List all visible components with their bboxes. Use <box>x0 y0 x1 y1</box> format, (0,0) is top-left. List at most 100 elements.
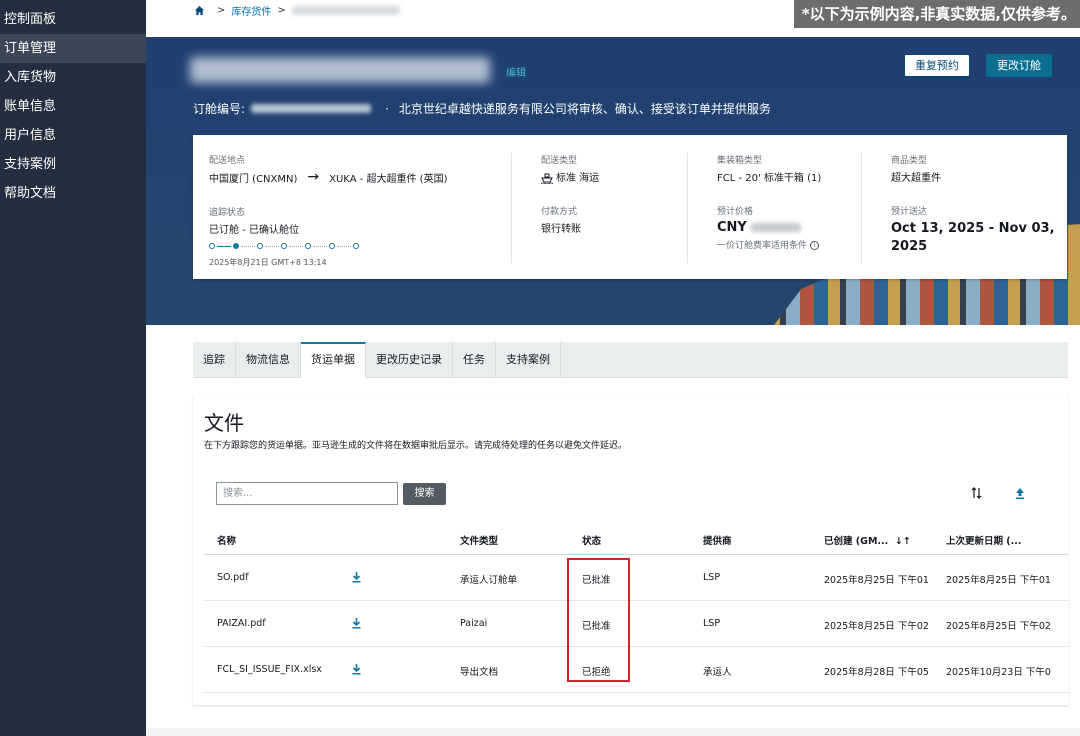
documents-table-header: 名称 文件类型 状态 提供商 已创建 (GM... ↓↑ 上次更新日期 (... <box>204 525 1068 555</box>
provider-statement: 北京世纪卓越快递服务有限公司将审核、确认、接受该订单并提供服务 <box>398 102 771 116</box>
progress-step-current-icon <box>233 243 239 249</box>
shipping-type-text: 标准 海运 <box>556 173 600 184</box>
column-header-name[interactable]: 名称 <box>217 533 236 547</box>
progress-step-icon <box>329 243 335 249</box>
sort-filter-icon[interactable] <box>969 485 985 501</box>
info-icon[interactable]: i <box>810 241 820 250</box>
price-note-text: 一价订舱费率适用条件 <box>717 241 808 251</box>
cell-name: FCL_SI_ISSUE_FIX.xlsx <box>217 664 322 675</box>
price-note[interactable]: 一价订舱费率适用条件 i <box>717 238 861 251</box>
tab-support-cases[interactable]: 支持案例 <box>496 342 561 378</box>
search-input[interactable] <box>216 482 398 505</box>
breadcrumb: > 库存货件 > <box>194 3 400 18</box>
price-amount-redacted <box>750 223 801 232</box>
breadcrumb-separator: > <box>277 4 286 16</box>
documents-description: 在下方跟踪您的货运单据。亚马逊生成的文件将在数据审批后显示。请完成待处理的任务以… <box>204 441 628 451</box>
cell-name: PAIZAI.pdf <box>217 618 266 629</box>
shipment-tabs: 追踪 物流信息 货运单据 更改历史记录 任务 支持案例 <box>193 342 1068 378</box>
download-icon[interactable] <box>351 617 362 629</box>
tracking-timestamp: 2025年8月21日 GMT+8 13:14 <box>209 258 327 267</box>
tracking-progress-bar <box>209 243 509 249</box>
progress-step-icon <box>305 243 311 249</box>
tracking-status-value: 已订舱 - 已确认舱位 <box>209 225 299 236</box>
progress-line <box>313 245 327 247</box>
ship-icon <box>541 173 553 184</box>
progress-line <box>217 245 231 247</box>
sidebar-item-dashboard[interactable]: 控制面板 <box>0 5 146 34</box>
cell-provider: 承运人 <box>703 667 732 678</box>
progress-line <box>265 245 279 247</box>
shipping-type-value: 标准 海运 <box>541 169 687 184</box>
cell-provider: LSP <box>703 618 721 629</box>
payment-method-value: 银行转账 <box>541 224 581 235</box>
sidebar: 控制面板 订单管理 入库货物 账单信息 用户信息 支持案例 帮助文档 <box>0 0 146 736</box>
page-bottom-strip <box>146 728 1080 736</box>
cell-status: 已拒绝 <box>582 667 611 678</box>
booking-number-redacted <box>251 104 372 113</box>
rebook-button[interactable]: 重复预约 <box>904 54 970 77</box>
goods-type-label: 商品类型 <box>891 156 928 166</box>
column-header-file-type[interactable]: 文件类型 <box>460 533 498 547</box>
edit-link[interactable]: 编辑 <box>506 64 526 79</box>
disclaimer-banner: *以下为示例内容,非真实数据,仅供参考。 <box>793 0 1080 28</box>
change-booking-button[interactable]: 更改订舱 <box>986 54 1052 77</box>
route-column: 配送地点 中国厦门 (CNXMN) → XUKA - 超大超重件 (英国) 追踪… <box>209 153 509 267</box>
tracking-status-label: 追踪状态 <box>209 208 246 218</box>
tab-shipping-documents[interactable]: 货运单据 <box>301 342 366 378</box>
sidebar-item-billing[interactable]: 账单信息 <box>0 92 146 121</box>
tab-tasks[interactable]: 任务 <box>453 342 496 378</box>
separator-dot: · <box>385 101 389 116</box>
upload-icon[interactable] <box>1012 485 1028 501</box>
goods-type-value: 超大超重件 <box>891 173 941 184</box>
progress-step-icon <box>257 243 263 249</box>
shipment-title-redacted <box>190 57 490 83</box>
column-header-status[interactable]: 状态 <box>582 533 601 547</box>
shipment-info-card: 配送地点 中国厦门 (CNXMN) → XUKA - 超大超重件 (英国) 追踪… <box>193 135 1067 279</box>
payment-method-label: 付款方式 <box>541 207 578 217</box>
container-type-label: 集装箱类型 <box>717 156 763 166</box>
route-value: 中国厦门 (CNXMN) → XUKA - 超大超重件 (英国) <box>209 169 509 185</box>
container-type-value: FCL - 20' 标准干箱 (1) <box>717 173 822 184</box>
sidebar-item-orders[interactable]: 订单管理 <box>0 34 146 63</box>
progress-step-icon <box>281 243 287 249</box>
estimated-price-value: CNY <box>717 220 861 235</box>
download-icon[interactable] <box>351 571 362 583</box>
cell-status: 已批准 <box>582 621 611 632</box>
sort-icon[interactable]: ↓↑ <box>895 536 911 547</box>
estimated-delivery-value: Oct 13, 2025 - Nov 03, 2025 <box>891 221 1055 254</box>
cell-updated: 2025年10月23日 下午0 <box>946 667 1051 678</box>
booking-number-line: 订舱编号: · 北京世纪卓越快递服务有限公司将审核、确认、接受该订单并提供服务 <box>193 100 771 117</box>
progress-line <box>337 245 351 247</box>
shipment-hero: 编辑 重复预约 更改订舱 订舱编号: · 北京世纪卓越快递服务有限公司将审核、确… <box>146 37 1080 325</box>
sidebar-item-user-info[interactable]: 用户信息 <box>0 121 146 150</box>
documents-panel: 文件 在下方跟踪您的货运单据。亚马逊生成的文件将在数据审批后显示。请完成待处理的… <box>193 395 1068 705</box>
sidebar-item-help-docs[interactable]: 帮助文档 <box>0 179 146 208</box>
progress-line <box>289 245 303 247</box>
cell-file-type: Paizai <box>460 618 488 629</box>
cell-created: 2025年8月28日 下午05 <box>824 667 929 678</box>
search-button[interactable]: 搜索 <box>403 483 446 505</box>
cell-provider: LSP <box>703 572 721 583</box>
cell-updated: 2025年8月25日 下午01 <box>946 575 1051 586</box>
download-icon[interactable] <box>351 663 362 675</box>
booking-number-label: 订舱编号: <box>193 102 246 116</box>
shipping-type-label: 配送类型 <box>541 156 578 166</box>
breadcrumb-separator: > <box>217 4 226 16</box>
cell-updated: 2025年8月25日 下午02 <box>946 621 1051 632</box>
home-icon[interactable] <box>194 5 205 16</box>
column-header-provider[interactable]: 提供商 <box>703 533 732 547</box>
cell-name: SO.pdf <box>217 572 249 583</box>
table-row: PAIZAI.pdf Paizai 已批准 LSP 2025年8月25日 下午0… <box>204 601 1068 647</box>
estimated-price-label: 预计价格 <box>717 207 754 217</box>
column-header-updated[interactable]: 上次更新日期 (... <box>946 533 1021 547</box>
tab-change-history[interactable]: 更改历史记录 <box>366 342 453 378</box>
breadcrumb-link-inventory-shipments[interactable]: 库存货件 <box>231 3 271 18</box>
sidebar-item-inbound[interactable]: 入库货物 <box>0 63 146 92</box>
tab-tracking[interactable]: 追踪 <box>193 342 236 378</box>
tab-logistics-info[interactable]: 物流信息 <box>236 342 301 378</box>
sidebar-item-support-cases[interactable]: 支持案例 <box>0 150 146 179</box>
table-row: SO.pdf 承运人订舱单 已批准 LSP 2025年8月25日 下午01 20… <box>204 555 1068 601</box>
estimated-delivery-label: 预计送达 <box>891 207 928 217</box>
cell-file-type: 导出文档 <box>460 667 499 678</box>
column-header-created[interactable]: 已创建 (GM... ↓↑ <box>824 533 911 547</box>
